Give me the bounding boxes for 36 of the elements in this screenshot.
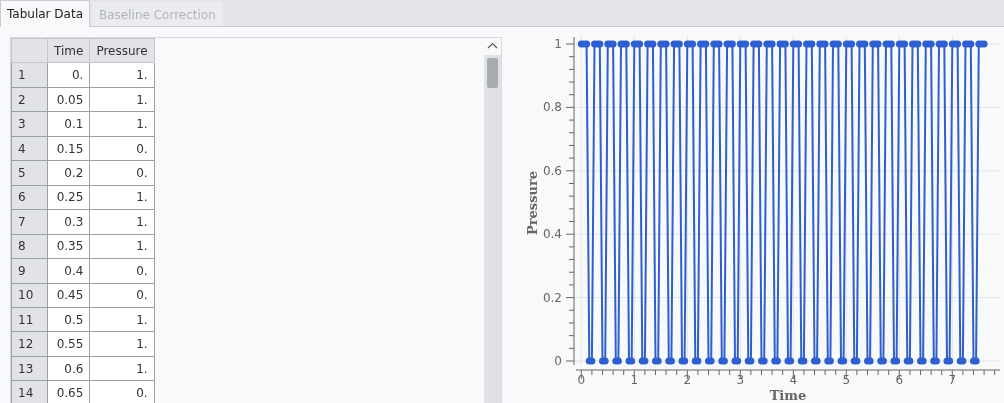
row-number: 3 [11,111,48,137]
y-axis-title: Pressure [525,170,540,236]
tick-label: 3 [736,373,745,387]
row-number: 6 [11,185,48,210]
tick-label: 5 [842,373,851,387]
scrollbar[interactable] [484,38,501,403]
tick-label: 0 [577,373,586,387]
row-number: 7 [11,209,48,235]
tick-label: 2 [683,373,692,387]
tab[interactable]: Tabular Data [0,0,90,27]
scroll-up-icon[interactable] [484,38,501,55]
column-header: Time [47,38,90,63]
row-number: 8 [11,234,48,259]
tick-label: 0 [554,354,562,368]
tick-label: 7 [948,373,957,387]
row-number: 9 [11,258,48,284]
column-header: Pressure [89,38,155,63]
tick-label: 1 [554,37,562,51]
tick-label: 0.2 [542,290,562,305]
x-axis-title: Time [769,388,807,401]
row-number: 2 [11,87,48,112]
row-number: 1 [11,62,48,88]
row-number: 14 [11,380,48,403]
tick-label: 0.4 [542,227,562,242]
scrollbar-thumb[interactable] [487,58,498,88]
row-number: 4 [11,136,48,161]
tick-label: 0.8 [542,100,562,115]
tick-label: 0.6 [542,163,562,178]
row-number: 10 [11,283,48,308]
tick-label: 1 [630,373,639,387]
row-number: 12 [11,331,48,357]
tick-label: 4 [789,373,798,387]
row-number: 5 [11,160,48,186]
tick-label: 6 [895,373,904,387]
row-number: 13 [11,356,48,381]
row-number: 11 [11,307,48,332]
